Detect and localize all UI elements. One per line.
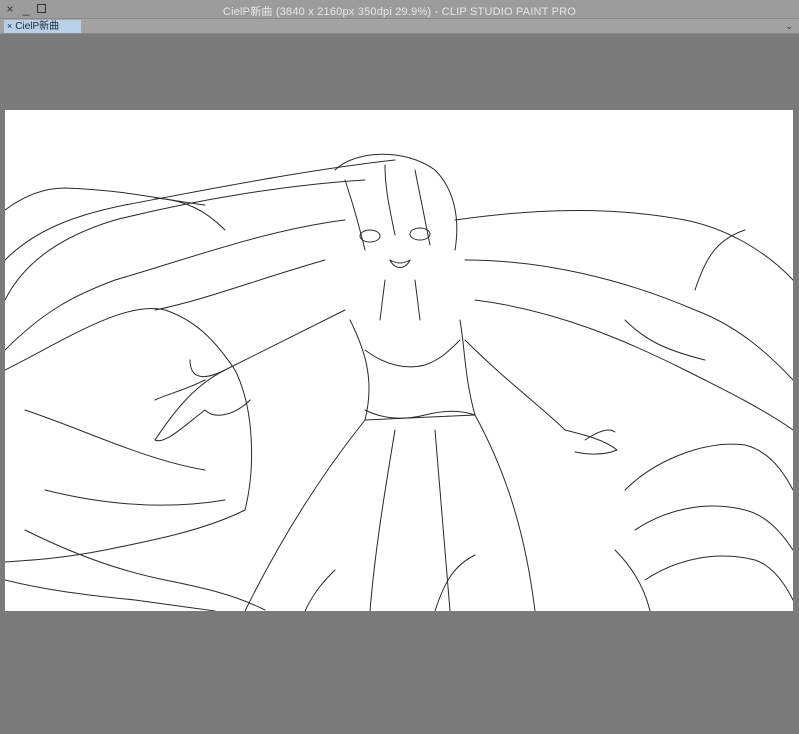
hair-strand xyxy=(5,179,366,301)
tab-label: CielP新曲 xyxy=(15,21,60,32)
dress-skirt xyxy=(474,414,536,611)
hair-strand xyxy=(624,443,793,491)
hand-right xyxy=(564,429,618,455)
drawing-canvas[interactable] xyxy=(5,110,793,611)
window-titlebar: × _ CielP新曲 (3840 x 2160px 350dpi 29.9%)… xyxy=(0,0,799,19)
hair-bangs xyxy=(414,169,431,246)
hair-strand xyxy=(644,555,793,601)
arm-left xyxy=(189,309,346,378)
cloth-fold xyxy=(24,409,206,471)
hair-strand xyxy=(464,259,793,381)
hair-strand xyxy=(5,579,216,611)
hair-strand xyxy=(474,299,793,431)
hair-strand xyxy=(154,259,326,311)
head-outline xyxy=(334,153,458,251)
arm-right xyxy=(464,339,566,431)
cloth-fold xyxy=(44,489,226,506)
document-tab-bar: × CielP新曲 ⌄ xyxy=(0,19,799,34)
leg xyxy=(304,569,336,611)
dress-top xyxy=(349,319,476,421)
tab-document[interactable]: × CielP新曲 xyxy=(4,20,81,33)
dress-fold xyxy=(369,429,396,611)
tab-close-icon[interactable]: × xyxy=(7,21,12,31)
finger xyxy=(584,429,616,441)
hair-strand xyxy=(634,505,793,551)
eye-left xyxy=(359,229,381,243)
dress-ruffle xyxy=(364,339,461,368)
hair-strand xyxy=(5,219,346,351)
hair-bangs xyxy=(384,164,396,236)
dress-skirt xyxy=(244,419,366,611)
leg xyxy=(434,554,476,611)
cloth xyxy=(5,308,253,563)
window-title: CielP新曲 (3840 x 2160px 350dpi 29.9%) - C… xyxy=(222,6,577,18)
eye-right xyxy=(409,227,431,241)
tab-menu-chevron-icon[interactable]: ⌄ xyxy=(785,20,793,33)
mouth xyxy=(389,259,411,268)
hand-left xyxy=(154,369,251,442)
neck xyxy=(414,279,421,321)
hair-strand xyxy=(454,210,793,281)
neck xyxy=(379,279,386,321)
dress-fold xyxy=(434,429,451,611)
finger xyxy=(154,379,206,401)
hair-strand xyxy=(614,549,651,611)
lineart-illustration xyxy=(5,153,793,611)
hair-strand xyxy=(624,319,706,361)
